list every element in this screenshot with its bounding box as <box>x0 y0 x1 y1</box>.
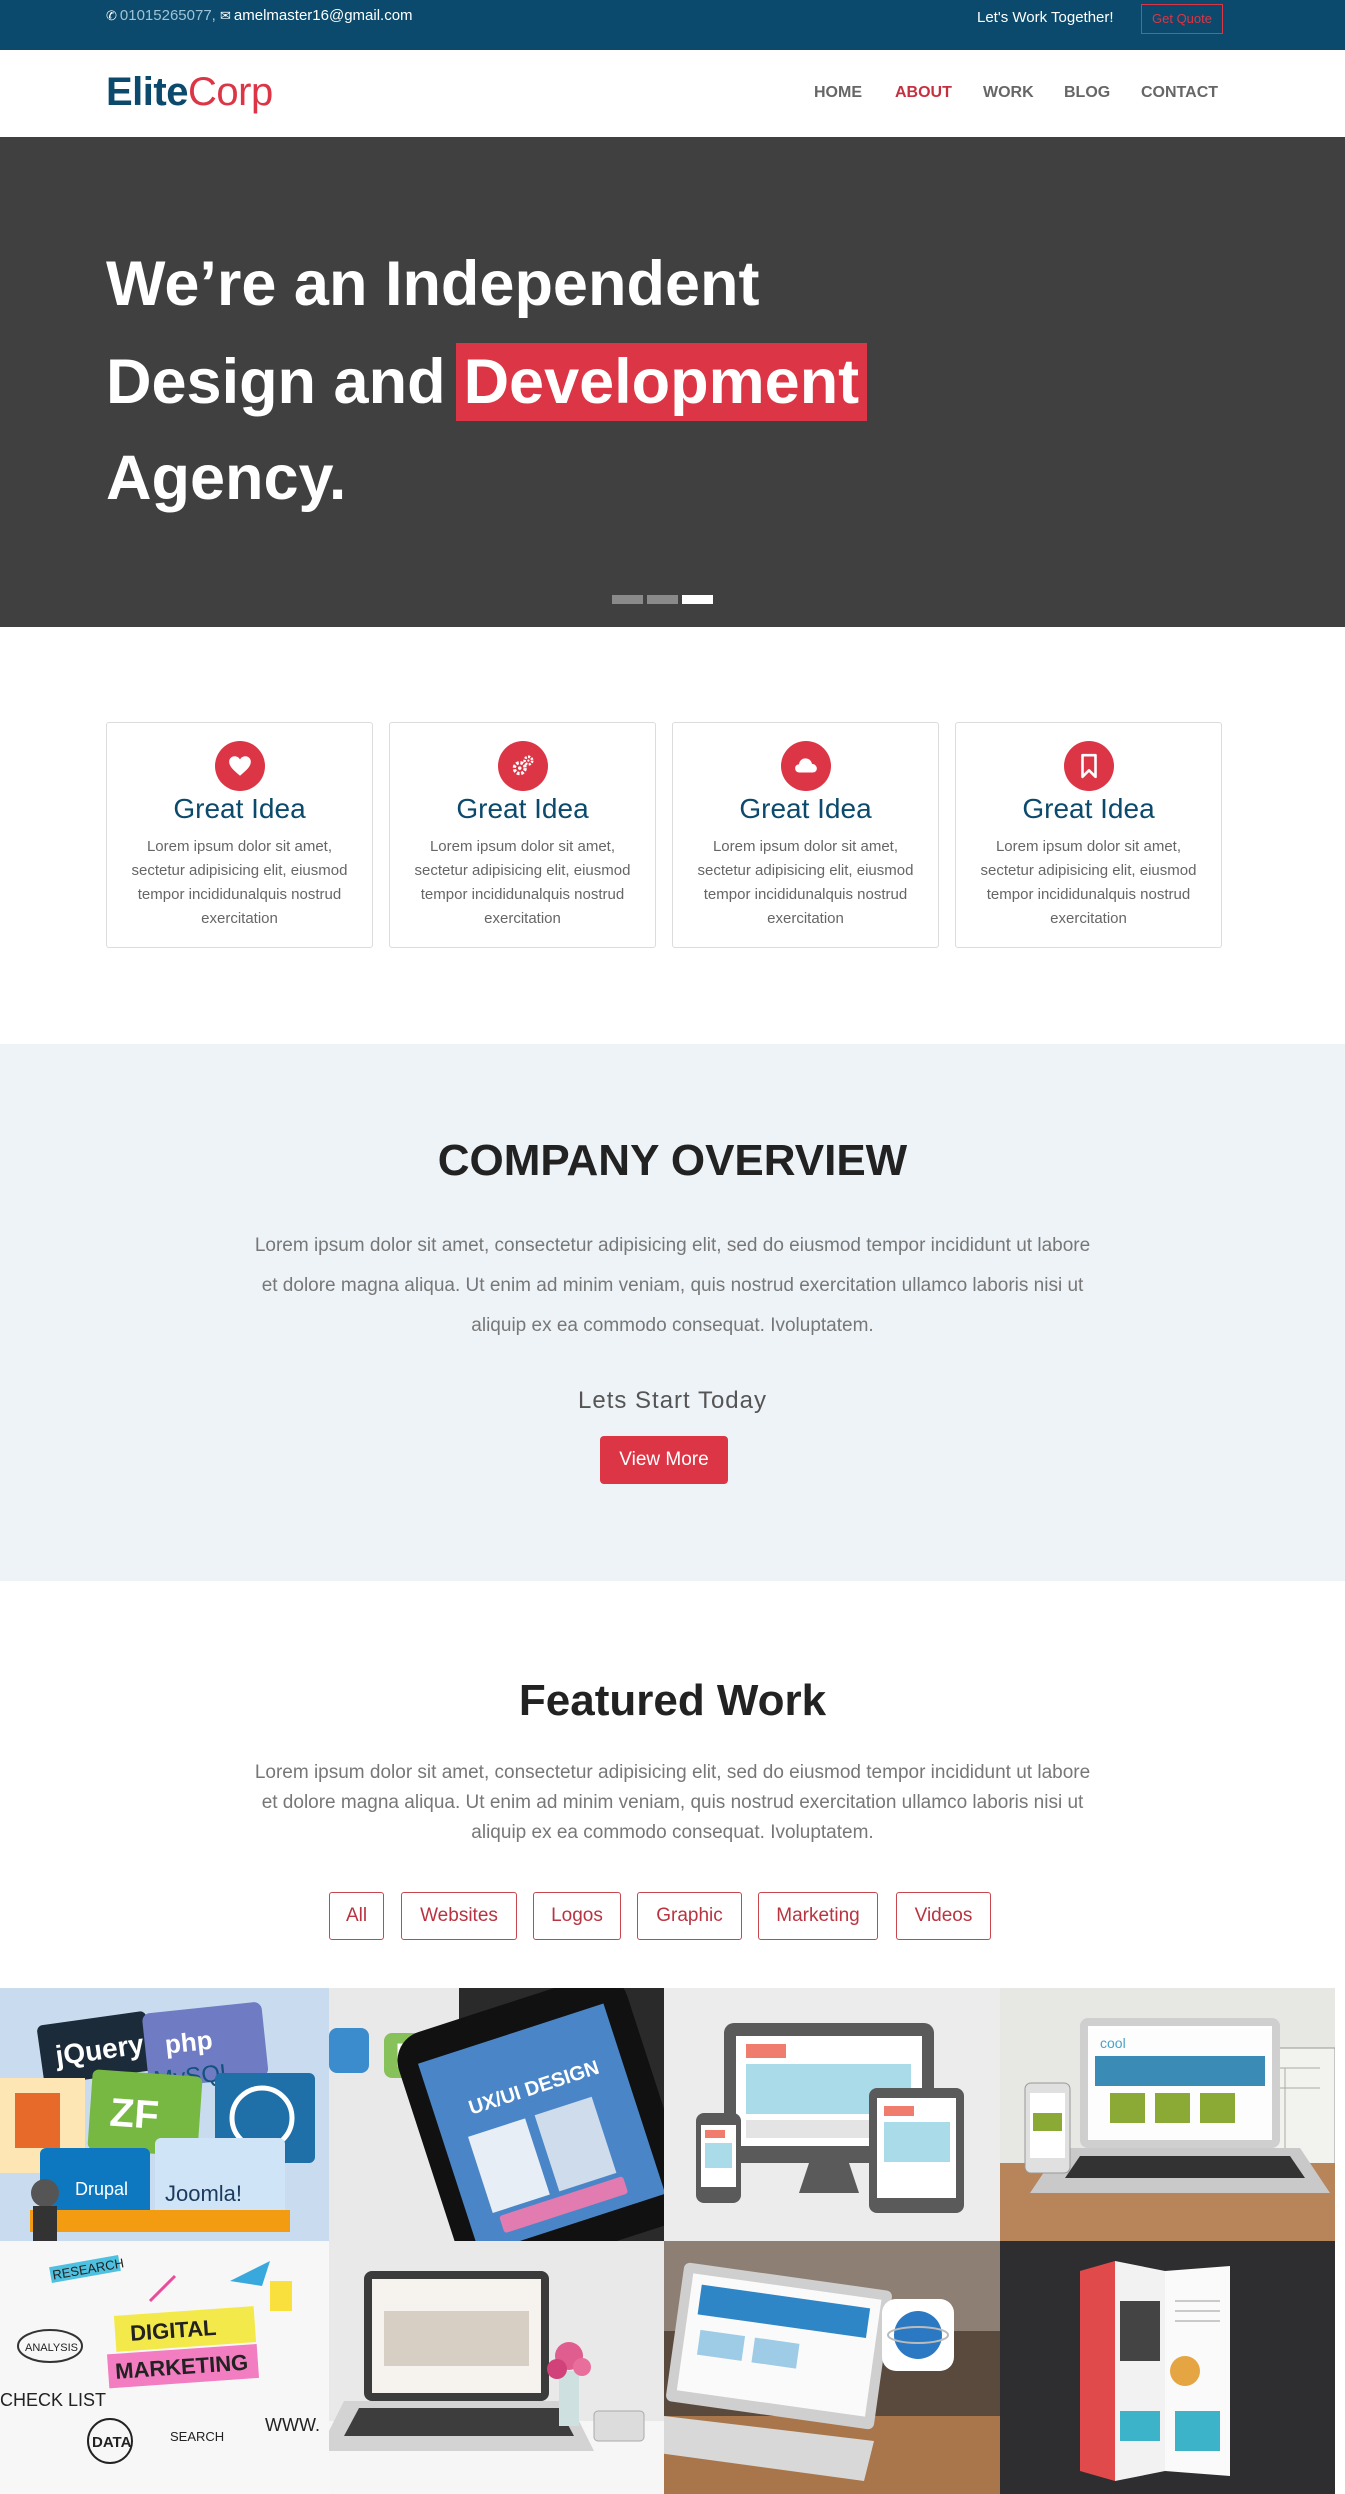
overview-text: Lorem ipsum dolor sit amet, consectetur … <box>254 1235 1091 1336</box>
top-bar: ✆ 01015265077, ✉ amelmaster16@gmail.com Le… <box>0 0 1345 50</box>
feature-text: Lorem ipsum dolor sit amet, sectetur adi… <box>414 838 631 927</box>
featured-work-title: Featured Work <box>518 1676 827 1725</box>
feature-title: Great Idea <box>456 793 589 824</box>
portfolio-item-laptop-web[interactable] <box>664 2241 1000 2494</box>
bookmark-icon <box>1064 741 1114 791</box>
feature-card-1: Great Idea Lorem ipsum dolor sit amet, s… <box>106 722 373 948</box>
envelope-icon: ✉ <box>220 8 231 23</box>
hero-line-3: Agency. <box>106 443 347 513</box>
nav-blog[interactable]: BLOG <box>1064 84 1110 102</box>
tile-text-data: DATA <box>92 2434 132 2451</box>
tile-text-search: SEARCH <box>170 2429 224 2444</box>
nav-work[interactable]: WORK <box>983 84 1034 102</box>
nav-home[interactable]: HOME <box>814 84 862 102</box>
slider-indicators <box>612 591 717 609</box>
tile-text-cool: cool <box>1100 2035 1126 2051</box>
portfolio-item-digital-marketing[interactable]: RESEARCH DIGITAL MARKETING ANALYSIS CHEC… <box>0 2241 329 2494</box>
portfolio-item-cms-logos[interactable]: jQuery php MySQL ZF Drupal Joomla! <box>0 1988 329 2241</box>
email-link[interactable]: amelmaster16@gmail.com <box>234 7 413 24</box>
hero-highlight: Development <box>455 343 868 421</box>
featured-work-text: Lorem ipsum dolor sit amet, consectetur … <box>254 1762 1091 1843</box>
portfolio-item-laptop-desk[interactable] <box>329 2241 664 2494</box>
filter-videos[interactable]: Videos <box>896 1892 991 1940</box>
slide-dot-2[interactable] <box>647 595 678 604</box>
phone-number[interactable]: 01015265077, <box>120 7 216 24</box>
nav-about[interactable]: ABOUT <box>895 84 952 102</box>
slide-dot-1[interactable] <box>612 595 643 604</box>
filter-graphic[interactable]: Graphic <box>637 1892 742 1940</box>
feature-title: Great Idea <box>739 793 872 824</box>
hero-line-2: Design and Development <box>106 343 868 421</box>
tile-text-zf: ZF <box>108 2091 160 2138</box>
feature-card-4: Great Idea Lorem ipsum dolor sit amet, s… <box>955 722 1222 948</box>
phone-icon: ✆ <box>106 8 117 23</box>
feature-card-3: Great Idea Lorem ipsum dolor sit amet, s… <box>672 722 939 948</box>
hero-line-2-prefix: Design and <box>106 347 446 417</box>
heart-icon <box>215 741 265 791</box>
overview-subtitle: Lets Start Today <box>578 1387 767 1414</box>
company-overview-section: COMPANY OVERVIEW Lorem ipsum dolor sit a… <box>0 1044 1345 1581</box>
contact-info: ✆ 01015265077, ✉ amelmaster16@gmail.com <box>106 7 413 24</box>
tile-text-checklist: CHECK LIST <box>0 2390 106 2410</box>
tile-text-php: php <box>163 2025 214 2060</box>
portfolio-item-ux-ui-design[interactable]: UX/UI DESIGN <box>329 1988 664 2241</box>
hero-slider: We’re an Independent Design and Developme… <box>0 137 1345 627</box>
portfolio-item-laptop-site[interactable]: cool <box>1000 1988 1335 2241</box>
nav-contact[interactable]: CONTACT <box>1141 84 1218 102</box>
feature-card-2: Great Idea Lorem ipsum dolor sit amet, s… <box>389 722 656 948</box>
logo-part-elite: Elite <box>106 70 188 114</box>
feature-text: Lorem ipsum dolor sit amet, sectetur adi… <box>697 838 914 927</box>
portfolio-item-responsive-devices[interactable] <box>664 1988 1000 2241</box>
feature-text: Lorem ipsum dolor sit amet, sectetur adi… <box>980 838 1197 927</box>
tile-text-drupal: Drupal <box>75 2179 128 2199</box>
get-quote-button[interactable]: Get Quote <box>1141 4 1223 34</box>
tile-text-joomla: Joomla! <box>165 2181 242 2206</box>
filter-all[interactable]: All <box>329 1892 384 1940</box>
slide-dot-3[interactable] <box>682 595 713 604</box>
cloud-icon <box>781 741 831 791</box>
tile-text-www: WWW. <box>265 2415 320 2435</box>
gears-icon <box>498 741 548 791</box>
view-more-button[interactable]: View More <box>600 1436 728 1484</box>
feature-title: Great Idea <box>1022 793 1155 824</box>
logo-part-corp: Corp <box>187 70 273 114</box>
filter-websites[interactable]: Websites <box>401 1892 517 1940</box>
filter-logos[interactable]: Logos <box>533 1892 621 1940</box>
hero-line-1: We’re an Independent <box>106 249 760 319</box>
filter-marketing[interactable]: Marketing <box>758 1892 878 1940</box>
tagline: Let's Work Together! <box>977 9 1114 26</box>
navbar: EliteCorp HOME ABOUT WORK BLOG CONTACT <box>0 50 1345 137</box>
tile-text-analysis: ANALYSIS <box>25 2342 78 2354</box>
feature-text: Lorem ipsum dolor sit amet, sectetur adi… <box>131 838 348 927</box>
logo[interactable]: EliteCorp <box>106 70 273 115</box>
overview-title: COMPANY OVERVIEW <box>437 1136 908 1185</box>
feature-title: Great Idea <box>173 793 306 824</box>
portfolio-item-brochure[interactable] <box>1000 2241 1335 2494</box>
